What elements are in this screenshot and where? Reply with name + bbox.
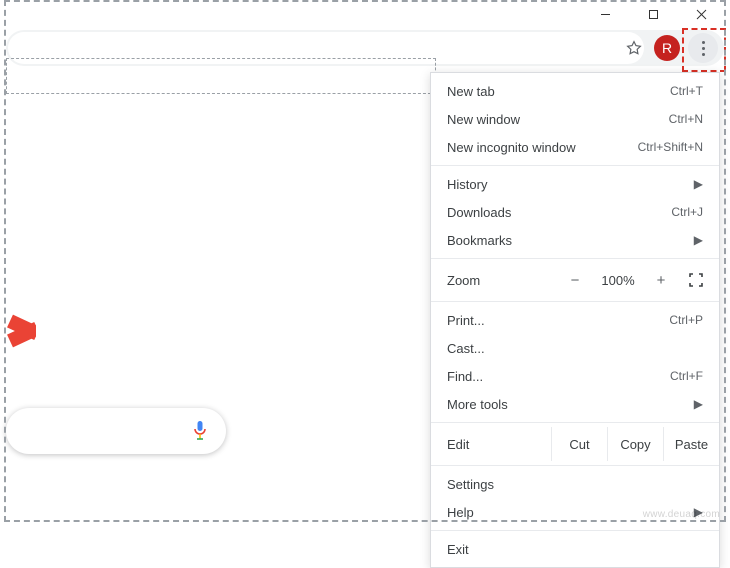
fullscreen-icon <box>689 273 703 287</box>
menu-separator <box>431 165 719 166</box>
menu-label: New tab <box>447 84 670 99</box>
menu-label: Cast... <box>447 341 703 356</box>
menu-separator <box>431 465 719 466</box>
menu-label: New incognito window <box>447 140 638 155</box>
menu-edit-row: Edit Cut Copy Paste <box>431 427 719 461</box>
menu-label: Edit <box>447 427 551 461</box>
window-minimize-button[interactable] <box>592 3 618 25</box>
chrome-menu-button[interactable] <box>688 33 718 63</box>
page-logo-fragment <box>6 300 36 360</box>
bookmark-star-icon[interactable] <box>622 36 646 60</box>
menu-label: Settings <box>447 477 703 492</box>
menu-shortcut: Ctrl+F <box>670 369 703 383</box>
menu-label: Zoom <box>447 273 555 288</box>
menu-history[interactable]: History ▶ <box>431 170 719 198</box>
menu-shortcut: Ctrl+J <box>671 205 703 219</box>
menu-label: Exit <box>447 542 703 557</box>
menu-label: History <box>447 177 686 192</box>
microphone-icon <box>192 420 208 442</box>
fullscreen-button[interactable] <box>681 273 711 287</box>
window-close-button[interactable] <box>688 3 714 25</box>
menu-separator <box>431 422 719 423</box>
watermark-text: www.deuaq.com <box>643 509 720 520</box>
menu-new-incognito[interactable]: New incognito window Ctrl+Shift+N <box>431 133 719 161</box>
menu-new-tab[interactable]: New tab Ctrl+T <box>431 77 719 105</box>
menu-shortcut: Ctrl+Shift+N <box>638 140 703 154</box>
menu-zoom-row: Zoom − 100% + <box>431 263 719 297</box>
menu-settings[interactable]: Settings <box>431 470 719 498</box>
menu-bookmarks[interactable]: Bookmarks ▶ <box>431 226 719 254</box>
search-box[interactable] <box>6 408 226 454</box>
menu-shortcut: Ctrl+T <box>670 84 703 98</box>
zoom-in-button[interactable]: + <box>647 267 675 293</box>
menu-separator <box>431 301 719 302</box>
menu-label: Find... <box>447 369 670 384</box>
menu-new-window[interactable]: New window Ctrl+N <box>431 105 719 133</box>
chevron-right-icon: ▶ <box>694 177 703 191</box>
window-titlebar <box>6 2 724 26</box>
menu-find[interactable]: Find... Ctrl+F <box>431 362 719 390</box>
menu-label: Print... <box>447 313 669 328</box>
menu-print[interactable]: Print... Ctrl+P <box>431 306 719 334</box>
menu-label: Downloads <box>447 205 671 220</box>
voice-search-button[interactable] <box>192 420 208 442</box>
profile-avatar[interactable]: R <box>654 35 680 61</box>
menu-downloads[interactable]: Downloads Ctrl+J <box>431 198 719 226</box>
menu-exit[interactable]: Exit <box>431 535 719 563</box>
edit-copy-button[interactable]: Copy <box>607 427 663 461</box>
menu-shortcut: Ctrl+N <box>669 112 703 126</box>
zoom-value: 100% <box>595 273 641 288</box>
menu-cast[interactable]: Cast... <box>431 334 719 362</box>
more-vert-icon <box>702 41 705 56</box>
chevron-right-icon: ▶ <box>694 397 703 411</box>
menu-shortcut: Ctrl+P <box>669 313 703 327</box>
edit-paste-button[interactable]: Paste <box>663 427 719 461</box>
window-maximize-button[interactable] <box>640 3 666 25</box>
zoom-out-button[interactable]: − <box>561 267 589 293</box>
chrome-main-menu: New tab Ctrl+T New window Ctrl+N New inc… <box>430 72 720 568</box>
menu-more-tools[interactable]: More tools ▶ <box>431 390 719 418</box>
menu-separator <box>431 258 719 259</box>
chevron-right-icon: ▶ <box>694 233 703 247</box>
edit-cut-button[interactable]: Cut <box>551 427 607 461</box>
menu-label: New window <box>447 112 669 127</box>
menu-label: More tools <box>447 397 686 412</box>
address-bar[interactable]: R <box>6 30 724 66</box>
menu-label: Bookmarks <box>447 233 686 248</box>
menu-separator <box>431 530 719 531</box>
